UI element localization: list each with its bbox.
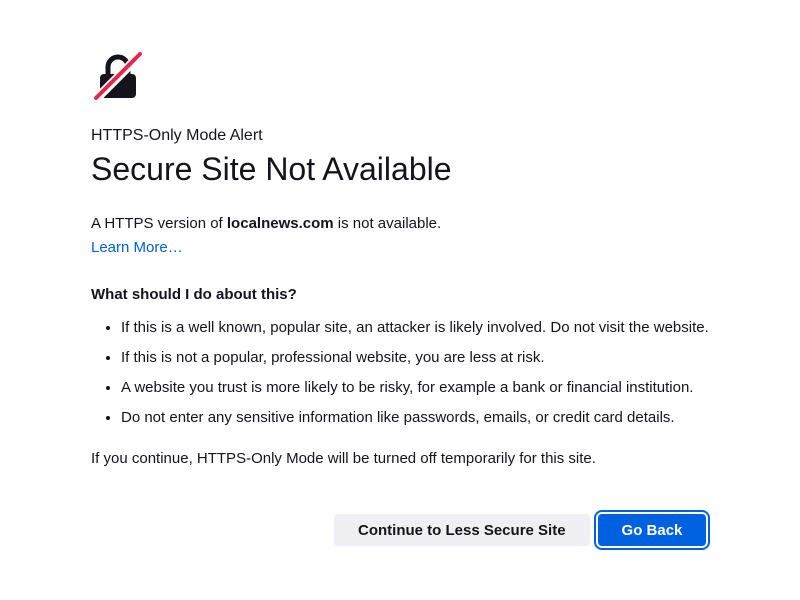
continue-note: If you continue, HTTPS-Only Mode will be…: [91, 450, 596, 467]
page-title: Secure Site Not Available: [91, 151, 452, 187]
page-subtitle: HTTPS-Only Mode Alert: [91, 127, 263, 144]
advice-list: If this is a well known, popular site, a…: [91, 318, 711, 428]
list-item: If this is not a popular, professional w…: [121, 348, 711, 368]
lock-crossed-icon: [92, 50, 144, 102]
learn-more-link[interactable]: Learn More…: [91, 238, 183, 258]
intro-text: A HTTPS version of localnews.com is not …: [91, 214, 711, 234]
https-only-error-page: HTTPS-Only Mode Alert Secure Site Not Av…: [0, 0, 800, 600]
site-domain: localnews.com: [226, 215, 334, 232]
list-item: Do not enter any sensitive information l…: [121, 408, 711, 428]
list-item: A website you trust is more likely to be…: [121, 378, 711, 398]
error-content: HTTPS-Only Mode Alert Secure Site Not Av…: [91, 50, 711, 469]
intro-prefix: A HTTPS version of: [91, 215, 227, 232]
go-back-button[interactable]: Go Back: [593, 510, 711, 550]
intro-suffix: is not available.: [333, 215, 442, 232]
continue-button[interactable]: Continue to Less Secure Site: [334, 514, 590, 546]
button-row: Continue to Less Secure Site Go Back: [334, 510, 711, 550]
advice-heading: What should I do about this?: [91, 286, 297, 303]
list-item: If this is a well known, popular site, a…: [121, 318, 711, 338]
